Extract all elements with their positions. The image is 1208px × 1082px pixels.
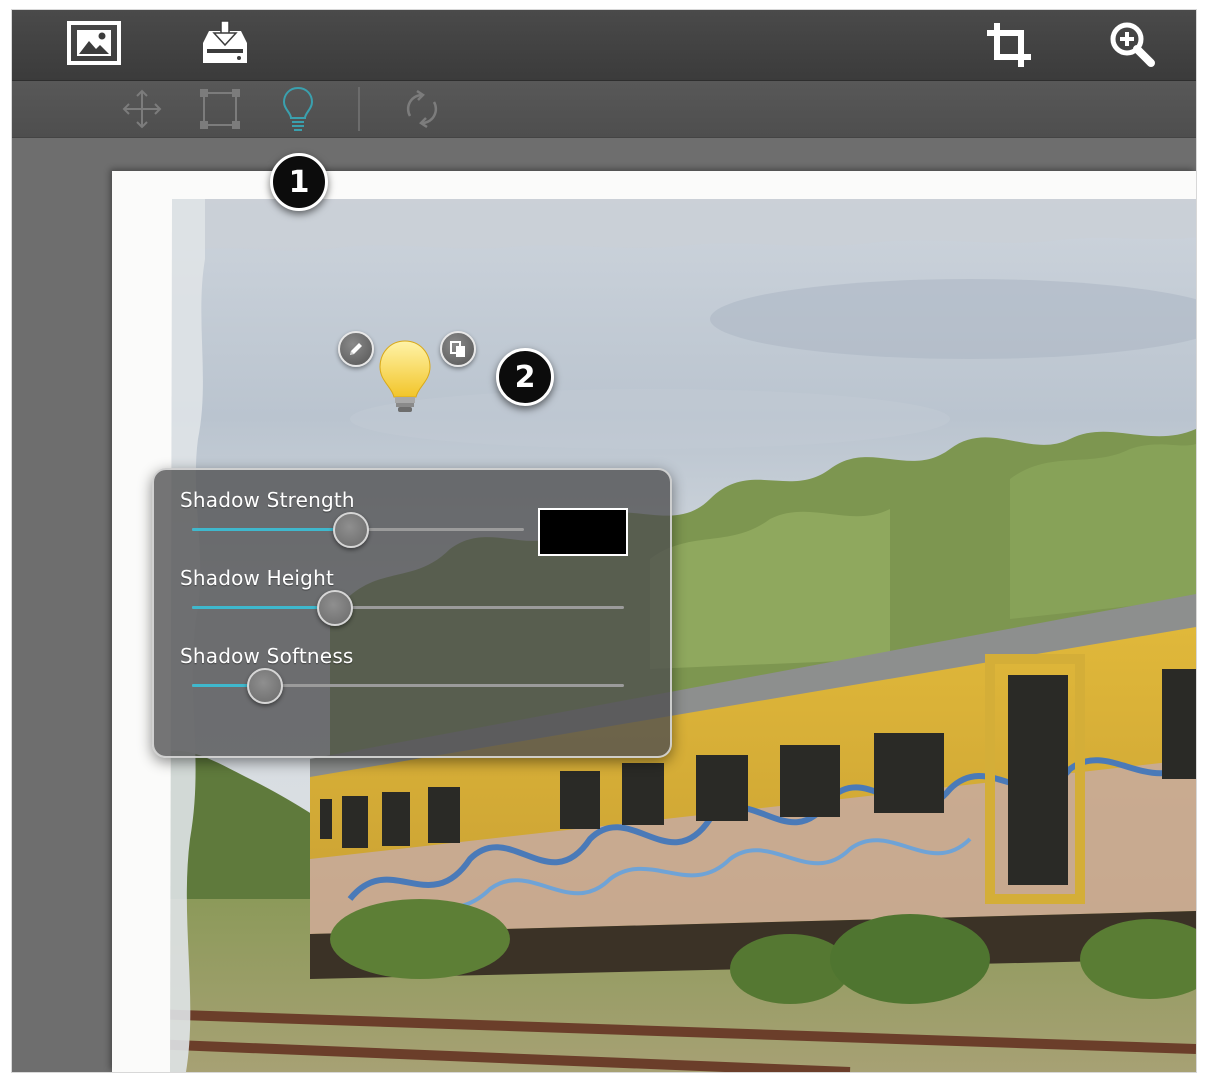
pencil-icon[interactable] — [338, 331, 374, 367]
shadow-height-fill — [192, 606, 335, 609]
shadow-strength-thumb[interactable] — [333, 512, 370, 548]
shadow-softness-label: Shadow Softness — [180, 644, 354, 668]
shadow-height-slider[interactable] — [192, 590, 624, 626]
download-tray-icon[interactable] — [196, 18, 254, 68]
shadow-height-thumb[interactable] — [316, 590, 353, 626]
toolbar-divider — [358, 87, 360, 131]
shadow-height-label: Shadow Height — [180, 566, 334, 590]
shadow-strength-fill — [192, 528, 352, 531]
callout-badge-2: 2 — [496, 348, 554, 406]
image-icon[interactable] — [66, 20, 122, 66]
work-area: 1 2 Shadow Strength Shadow Height Shadow… — [12, 138, 1196, 1072]
zoom-in-icon[interactable] — [1106, 18, 1158, 70]
move-icon[interactable] — [120, 87, 164, 131]
crop-icon[interactable] — [984, 20, 1034, 70]
selection-rect-icon[interactable] — [198, 87, 242, 131]
callout-badge-1: 1 — [270, 153, 328, 211]
shadow-settings-popover: Shadow Strength Shadow Height Shadow Sof… — [152, 468, 672, 758]
rotate-icon[interactable] — [400, 87, 444, 131]
lightbulb-icon[interactable] — [278, 85, 318, 133]
shadow-color-swatch[interactable] — [538, 508, 628, 556]
shadow-strength-slider[interactable] — [192, 512, 524, 548]
shadow-softness-slider[interactable] — [192, 668, 624, 704]
shadow-strength-label: Shadow Strength — [180, 488, 355, 512]
top-bar — [12, 10, 1196, 81]
shadow-softness-thumb[interactable] — [247, 668, 284, 704]
duplicate-icon[interactable] — [440, 331, 476, 367]
tool-bar — [12, 81, 1196, 138]
app-window: 1 2 Shadow Strength Shadow Height Shadow… — [12, 10, 1196, 1072]
